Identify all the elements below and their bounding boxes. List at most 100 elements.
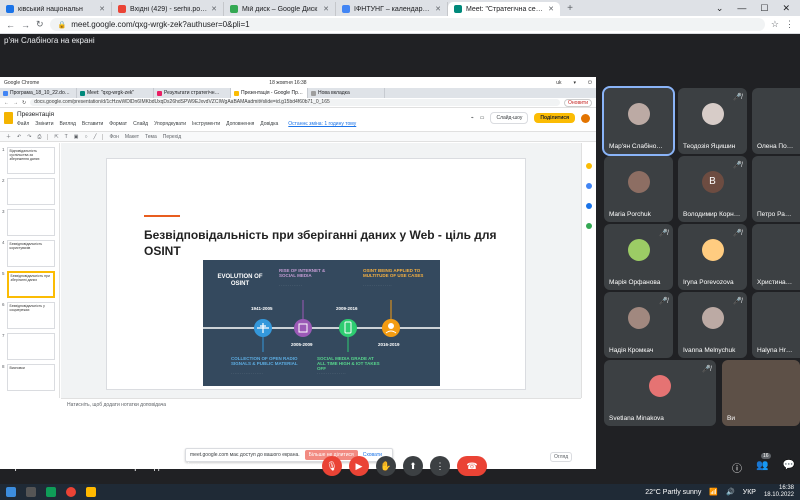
cursor-icon[interactable]: ⇱	[54, 134, 58, 140]
task-view-icon[interactable]	[26, 487, 36, 497]
undo-icon[interactable]: ↶	[17, 134, 21, 140]
keep-icon[interactable]	[586, 163, 592, 169]
back-icon[interactable]: ←	[4, 100, 9, 106]
participant-tile[interactable]: Мар'ян Слабіно…	[602, 86, 675, 156]
close-icon[interactable]: ✕	[211, 5, 217, 13]
participant-tile[interactable]: 🎤̸ Ivanna Melnychuk	[678, 292, 747, 358]
thumbnail-row[interactable]: 6 Безвідповідальність у соцмережах	[2, 302, 55, 329]
current-slide[interactable]: Безвідповідальність при зберіганні даних…	[106, 158, 526, 390]
participant-tile[interactable]: 🎤̸ Svetlana Minakova	[604, 360, 716, 426]
layout-button[interactable]: Макет	[125, 134, 139, 140]
comment-icon[interactable]: ▭	[480, 115, 485, 121]
outer-tab[interactable]: Мій диск – Google Диск ✕	[224, 2, 336, 16]
theme-button[interactable]: Тема	[145, 134, 157, 140]
image-icon[interactable]: ▣	[74, 134, 79, 140]
line-icon[interactable]: ╱	[93, 134, 96, 140]
input-language[interactable]: УКР	[743, 489, 756, 496]
slide-thumbnail[interactable]	[6, 178, 55, 205]
camera-off-icon[interactable]: ▶	[349, 456, 369, 476]
account-avatar[interactable]	[581, 113, 590, 123]
add-icon[interactable]: ＋	[6, 133, 11, 140]
maximize-icon[interactable]: ☐	[760, 3, 768, 14]
close-icon[interactable]: ✕	[548, 5, 554, 13]
reload-icon[interactable]: ↻	[22, 100, 26, 106]
new-tab-button[interactable]: +	[562, 3, 578, 14]
thumbnail-row[interactable]: 2	[2, 178, 55, 205]
close-icon[interactable]: ✕	[323, 5, 329, 13]
inner-tab[interactable]: Програма_18_10_22.do…	[0, 88, 77, 98]
menu-addons[interactable]: Доповнення	[226, 121, 254, 127]
update-button[interactable]: Оновити	[564, 98, 592, 107]
participant-tile[interactable]: Олена По…	[752, 88, 800, 154]
url-field[interactable]: 🔒 meet.google.com/qxg-wrgk-zek?authuser=…	[49, 18, 765, 31]
chrome-icon[interactable]	[66, 487, 76, 497]
share-button[interactable]: Поділитися	[534, 113, 575, 123]
forward-icon[interactable]: →	[13, 100, 18, 106]
thumbnail-row[interactable]: 7	[2, 333, 55, 360]
inner-url[interactable]: docs.google.com/presentation/d/1cHzwWDlD…	[30, 99, 561, 106]
slide-thumbnail[interactable]: Відповідальність суспільства за збережен…	[6, 147, 55, 174]
shape-icon[interactable]: ○	[84, 134, 87, 140]
volume-icon[interactable]: 🔊	[726, 488, 735, 496]
outer-tab-active[interactable]: Meet: "Стратегічна сесія ІФ…✕	[448, 2, 560, 16]
lock-icon[interactable]: 🔒	[58, 21, 67, 29]
speaker-notes[interactable]: Натисніть, щоб додати нотатки доповідача	[61, 398, 581, 410]
participant-tile[interactable]: В 🎤̸ Володимир Корн…	[678, 156, 747, 222]
participant-tile[interactable]: 🎤̸ Iryna Porevozova	[678, 224, 747, 290]
reload-icon[interactable]: ↻	[36, 19, 44, 30]
menu-arrange[interactable]: Упорядкувати	[154, 121, 186, 127]
close-window-icon[interactable]: ✕	[782, 3, 790, 14]
explorer-icon[interactable]	[86, 487, 96, 497]
osint-infographic[interactable]: EVOLUTION OF OSINT 1941-2005 2005-2009 2…	[203, 260, 440, 386]
menu-slide[interactable]: Слайд	[133, 121, 148, 127]
slide-thumbnail[interactable]: Висновки	[6, 364, 55, 391]
menu-insert[interactable]: Вставити	[82, 121, 103, 127]
thumbnail-row[interactable]: 5 Безвідповідальність при зберіганні дани…	[2, 271, 55, 298]
participant-tile[interactable]: 🎤̸ Надія Кромкач	[604, 292, 673, 358]
menu-format[interactable]: Формат	[109, 121, 127, 127]
back-icon[interactable]: ←	[6, 20, 15, 30]
participant-tile[interactable]: Maria Porchuk	[604, 156, 673, 222]
inner-tab[interactable]: Нова вкладка	[308, 88, 385, 98]
thumbnail-row[interactable]: 3	[2, 209, 55, 236]
maps-icon[interactable]	[586, 223, 592, 229]
chat-icon[interactable]: 💬	[782, 460, 794, 475]
mic-off-icon[interactable]: 🎙	[322, 456, 342, 476]
contacts-icon[interactable]	[586, 203, 592, 209]
outer-tab[interactable]: ківський національн ✕	[0, 2, 112, 16]
slideshow-button[interactable]: Слайд-шоу	[490, 112, 529, 124]
slide-thumbnail[interactable]	[6, 209, 55, 236]
redo-icon[interactable]: ↷	[27, 134, 31, 140]
info-icon[interactable]: ⓘ	[732, 460, 742, 475]
start-icon[interactable]	[6, 487, 16, 497]
slide-thumbnail-selected[interactable]: Безвідповідальність при зберіганні даних	[6, 271, 55, 298]
people-icon[interactable]: 👥 16	[756, 453, 771, 475]
leave-call-icon[interactable]: ☎	[457, 456, 487, 476]
slide-thumbnail[interactable]	[6, 333, 55, 360]
chevron-down-icon[interactable]: ⌄	[716, 3, 724, 14]
minimize-icon[interactable]: —	[737, 3, 746, 14]
slide-thumbnail[interactable]: Безвідповідальність користувачів	[6, 240, 55, 267]
weather-text[interactable]: 22°C Partly sunny	[645, 489, 701, 496]
doc-title[interactable]: Презентація	[17, 111, 54, 118]
outer-tab[interactable]: Вхідні (429) - serhii.pobihun@n… ✕	[112, 2, 224, 16]
self-tile[interactable]: Ви	[722, 360, 800, 426]
menu-icon[interactable]: ⋮	[785, 19, 794, 30]
slide-title[interactable]: Безвідповідальність при зберіганні даних…	[144, 227, 504, 259]
print-icon[interactable]: ⎙	[37, 134, 41, 140]
close-icon[interactable]: ✕	[99, 5, 105, 13]
inner-tab[interactable]: Результати стратегічн…	[154, 88, 231, 98]
close-icon[interactable]: ✕	[435, 5, 441, 13]
wifi-icon[interactable]: 📶	[709, 488, 718, 496]
thumbnail-row[interactable]: 4 Безвідповідальність користувачів	[2, 240, 55, 267]
clock[interactable]: 16:38 18.10.2022	[764, 485, 794, 499]
menu-view[interactable]: Вигляд	[60, 121, 76, 127]
participant-tile[interactable]: Halyna Hr…	[752, 292, 800, 358]
raise-hand-icon[interactable]: ✋	[376, 456, 396, 476]
tasks-icon[interactable]	[586, 183, 592, 189]
textbox-icon[interactable]: T	[65, 134, 68, 140]
outer-tab[interactable]: ІФНТУНГ – календар - вівторок ✕	[336, 2, 448, 16]
menu-tools[interactable]: Інструменти	[192, 121, 220, 127]
edge-icon[interactable]	[46, 487, 56, 497]
thumbnail-row[interactable]: 1 Відповідальність суспільства за збереже…	[2, 147, 55, 174]
